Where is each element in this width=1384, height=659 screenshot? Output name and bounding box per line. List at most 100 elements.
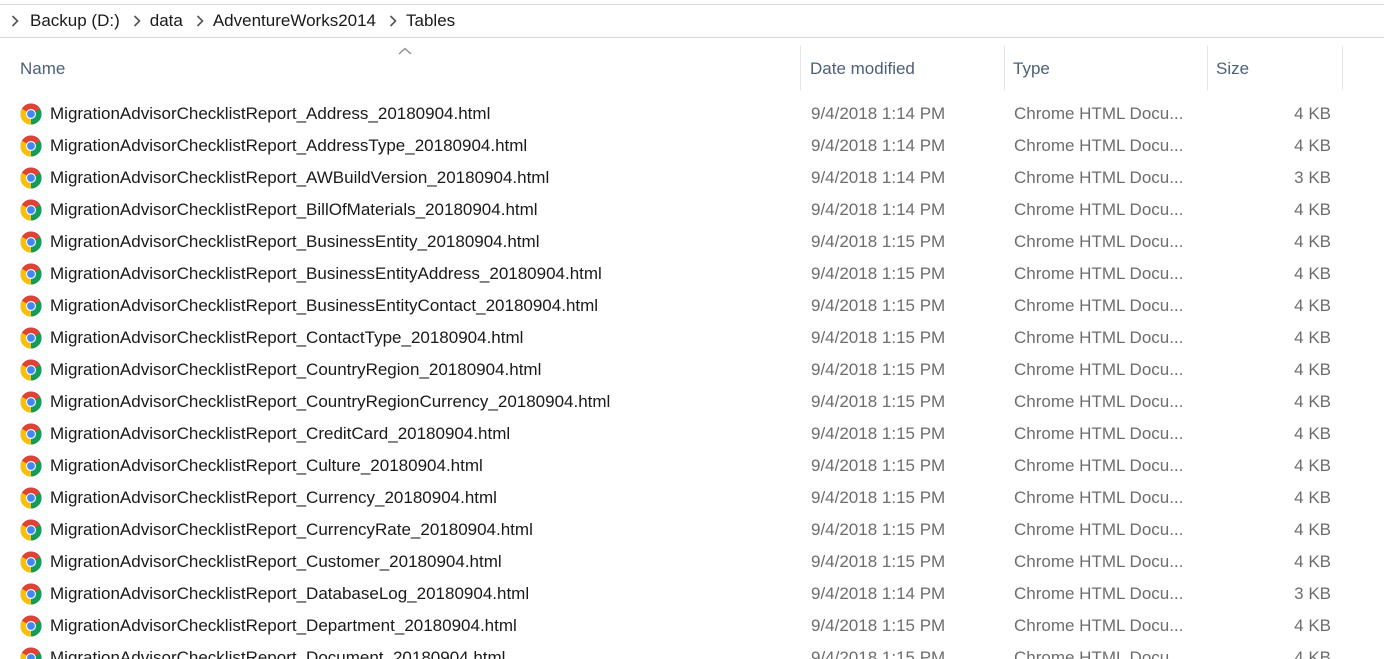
file-name[interactable]: MigrationAdvisorChecklistReport_AWBuildV… (50, 162, 795, 194)
file-date-modified: 9/4/2018 1:14 PM (811, 104, 946, 123)
chrome-icon (20, 135, 42, 157)
file-date-modified: 9/4/2018 1:15 PM (811, 264, 946, 283)
chrome-icon (20, 263, 42, 285)
chrome-icon (20, 487, 42, 509)
file-row[interactable]: MigrationAdvisorChecklistReport_CountryR… (0, 386, 1384, 418)
file-size: 4 KB (1294, 424, 1331, 443)
file-date-modified: 9/4/2018 1:15 PM (811, 456, 946, 475)
file-row[interactable]: MigrationAdvisorChecklistReport_ContactT… (0, 322, 1384, 354)
chrome-icon (20, 519, 42, 541)
file-size: 4 KB (1294, 552, 1331, 571)
file-type: Chrome HTML Docu... (1014, 616, 1184, 635)
file-type: Chrome HTML Docu... (1014, 328, 1184, 347)
file-row[interactable]: MigrationAdvisorChecklistReport_Database… (0, 578, 1384, 610)
file-type: Chrome HTML Docu... (1014, 552, 1184, 571)
file-size: 4 KB (1294, 488, 1331, 507)
file-row[interactable]: MigrationAdvisorChecklistReport_Business… (0, 258, 1384, 290)
file-name[interactable]: MigrationAdvisorChecklistReport_BillOfMa… (50, 194, 795, 226)
file-name[interactable]: MigrationAdvisorChecklistReport_CountryR… (50, 386, 795, 418)
chrome-icon (20, 199, 42, 221)
breadcrumb-item-tables[interactable]: Tables (404, 11, 461, 31)
chevron-right-icon[interactable] (189, 15, 211, 27)
file-row[interactable]: MigrationAdvisorChecklistReport_Departme… (0, 610, 1384, 642)
file-row[interactable]: MigrationAdvisorChecklistReport_AWBuildV… (0, 162, 1384, 194)
file-size: 4 KB (1294, 520, 1331, 539)
chrome-icon (20, 647, 42, 659)
column-header-name[interactable]: Name (12, 46, 801, 90)
breadcrumb[interactable]: Backup (D:) data AdventureWorks2014 Tabl… (0, 4, 1384, 38)
file-size: 4 KB (1294, 136, 1331, 155)
file-type: Chrome HTML Docu... (1014, 296, 1184, 315)
column-header-date-modified[interactable]: Date modified (802, 46, 1005, 90)
file-row[interactable]: MigrationAdvisorChecklistReport_AddressT… (0, 130, 1384, 162)
breadcrumb-item-adventureworks[interactable]: AdventureWorks2014 (211, 11, 382, 31)
column-header-size[interactable]: Size (1208, 46, 1343, 90)
chevron-right-icon[interactable] (382, 15, 404, 27)
chrome-icon (20, 327, 42, 349)
file-name[interactable]: MigrationAdvisorChecklistReport_Currency… (50, 482, 795, 514)
column-header: Name Date modified Type Size (0, 46, 1384, 90)
file-date-modified: 9/4/2018 1:14 PM (811, 584, 946, 603)
column-header-type[interactable]: Type (1005, 46, 1208, 90)
file-row[interactable]: MigrationAdvisorChecklistReport_Customer… (0, 546, 1384, 578)
file-explorer-window: Backup (D:) data AdventureWorks2014 Tabl… (0, 0, 1384, 659)
file-list: MigrationAdvisorChecklistReport_Address_… (0, 98, 1384, 659)
file-type: Chrome HTML Docu... (1014, 648, 1184, 659)
file-name[interactable]: MigrationAdvisorChecklistReport_Address_… (50, 98, 795, 130)
file-name[interactable]: MigrationAdvisorChecklistReport_Departme… (50, 610, 795, 642)
file-row[interactable]: MigrationAdvisorChecklistReport_Business… (0, 226, 1384, 258)
file-name[interactable]: MigrationAdvisorChecklistReport_Document… (50, 642, 795, 659)
file-type: Chrome HTML Docu... (1014, 200, 1184, 219)
file-date-modified: 9/4/2018 1:15 PM (811, 616, 946, 635)
chrome-icon (20, 583, 42, 605)
file-type: Chrome HTML Docu... (1014, 584, 1184, 603)
file-date-modified: 9/4/2018 1:15 PM (811, 520, 946, 539)
file-size: 4 KB (1294, 296, 1331, 315)
file-name[interactable]: MigrationAdvisorChecklistReport_Business… (50, 226, 795, 258)
file-date-modified: 9/4/2018 1:14 PM (811, 136, 946, 155)
file-type: Chrome HTML Docu... (1014, 168, 1184, 187)
file-size: 4 KB (1294, 328, 1331, 347)
file-date-modified: 9/4/2018 1:14 PM (811, 168, 946, 187)
breadcrumb-item-data[interactable]: data (148, 11, 189, 31)
file-date-modified: 9/4/2018 1:15 PM (811, 488, 946, 507)
file-name[interactable]: MigrationAdvisorChecklistReport_Customer… (50, 546, 795, 578)
chevron-right-icon[interactable] (126, 15, 148, 27)
file-date-modified: 9/4/2018 1:15 PM (811, 552, 946, 571)
file-row[interactable]: MigrationAdvisorChecklistReport_CountryR… (0, 354, 1384, 386)
file-size: 4 KB (1294, 232, 1331, 251)
file-row[interactable]: MigrationAdvisorChecklistReport_CreditCa… (0, 418, 1384, 450)
file-type: Chrome HTML Docu... (1014, 392, 1184, 411)
file-name[interactable]: MigrationAdvisorChecklistReport_AddressT… (50, 130, 795, 162)
chevron-right-icon[interactable] (0, 15, 30, 27)
file-date-modified: 9/4/2018 1:14 PM (811, 200, 946, 219)
chrome-icon (20, 391, 42, 413)
file-name[interactable]: MigrationAdvisorChecklistReport_Currency… (50, 514, 795, 546)
file-size: 4 KB (1294, 648, 1331, 659)
file-row[interactable]: MigrationAdvisorChecklistReport_Culture_… (0, 450, 1384, 482)
file-name[interactable]: MigrationAdvisorChecklistReport_ContactT… (50, 322, 795, 354)
file-row[interactable]: MigrationAdvisorChecklistReport_BillOfMa… (0, 194, 1384, 226)
file-size: 3 KB (1294, 168, 1331, 187)
file-date-modified: 9/4/2018 1:15 PM (811, 328, 946, 347)
breadcrumb-item-drive[interactable]: Backup (D:) (30, 11, 126, 31)
file-name[interactable]: MigrationAdvisorChecklistReport_Database… (50, 578, 795, 610)
file-name[interactable]: MigrationAdvisorChecklistReport_Business… (50, 258, 795, 290)
file-type: Chrome HTML Docu... (1014, 488, 1184, 507)
file-date-modified: 9/4/2018 1:15 PM (811, 424, 946, 443)
file-name[interactable]: MigrationAdvisorChecklistReport_CountryR… (50, 354, 795, 386)
file-row[interactable]: MigrationAdvisorChecklistReport_Currency… (0, 482, 1384, 514)
file-size: 3 KB (1294, 584, 1331, 603)
file-row[interactable]: MigrationAdvisorChecklistReport_Address_… (0, 98, 1384, 130)
file-row[interactable]: MigrationAdvisorChecklistReport_Currency… (0, 514, 1384, 546)
chrome-icon (20, 455, 42, 477)
file-date-modified: 9/4/2018 1:15 PM (811, 360, 946, 379)
file-row[interactable]: MigrationAdvisorChecklistReport_Business… (0, 290, 1384, 322)
chrome-icon (20, 231, 42, 253)
chrome-icon (20, 423, 42, 445)
file-name[interactable]: MigrationAdvisorChecklistReport_CreditCa… (50, 418, 795, 450)
file-row[interactable]: MigrationAdvisorChecklistReport_Document… (0, 642, 1384, 659)
file-name[interactable]: MigrationAdvisorChecklistReport_Business… (50, 290, 795, 322)
file-size: 4 KB (1294, 360, 1331, 379)
file-name[interactable]: MigrationAdvisorChecklistReport_Culture_… (50, 450, 795, 482)
